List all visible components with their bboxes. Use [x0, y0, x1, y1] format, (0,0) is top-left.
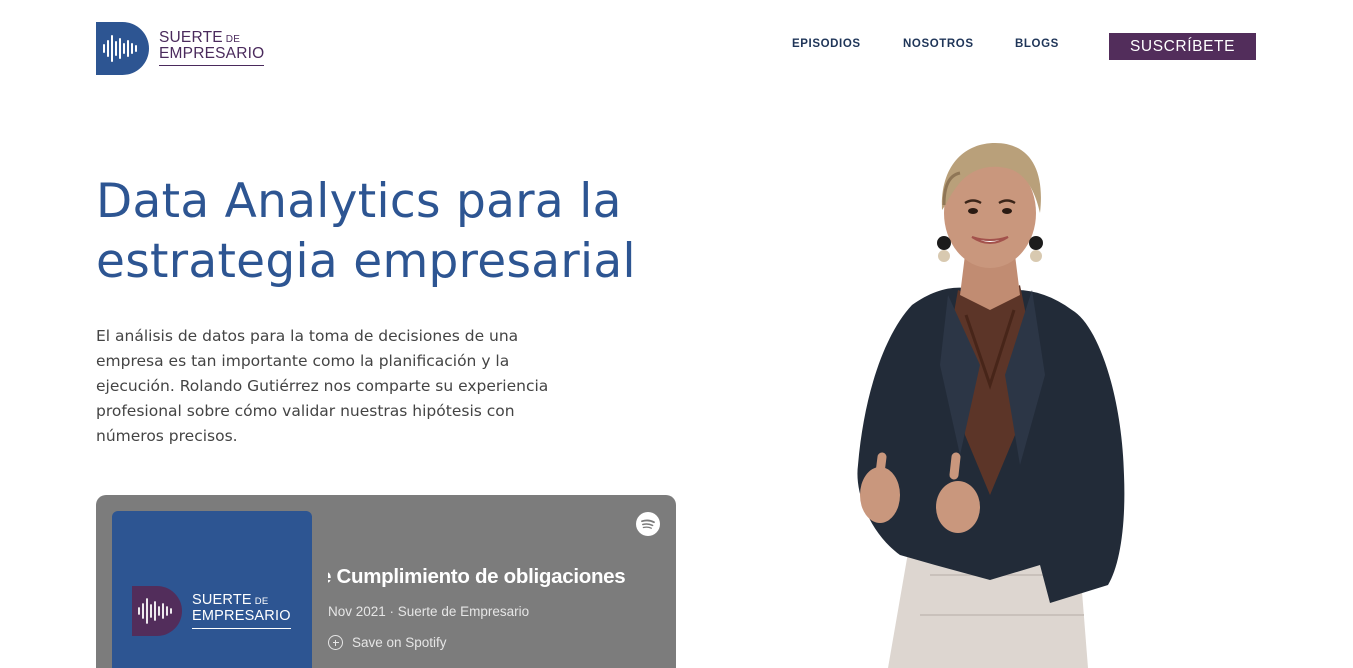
hero-description: El análisis de datos para la toma de dec…	[96, 327, 549, 445]
nav-blogs[interactable]: BLOGS	[1015, 38, 1059, 50]
cover-logo: SUERTE DE EMPRESARIO	[132, 586, 291, 636]
cover-line2: EMPRESARIO	[192, 608, 291, 629]
episode-title[interactable]: e Cumplimiento de obligaciones	[328, 565, 658, 589]
site-logo[interactable]: SUERTE DE EMPRESARIO	[96, 20, 266, 76]
save-on-spotify-button[interactable]: Save on Spotify	[328, 635, 447, 650]
page-title: Data Analytics para la estrategia empres…	[96, 174, 636, 289]
logo-wordmark: SUERTE DE EMPRESARIO	[159, 28, 265, 67]
plus-circle-icon	[328, 635, 343, 650]
cover-wordmark: SUERTE DE EMPRESARIO	[192, 592, 291, 629]
episode-meta: Nov 2021 · Suerte de Empresario	[328, 604, 530, 619]
logo-de: DE	[225, 33, 241, 45]
soundwave-logo-icon	[96, 21, 149, 75]
spotify-icon[interactable]	[636, 512, 660, 536]
spotify-player[interactable]: SUERTE DE EMPRESARIO e Cumplimiento de ob…	[96, 495, 676, 668]
cover-de: DE	[254, 596, 269, 608]
soundwave-logo-icon	[132, 586, 182, 636]
episode-title-text: e Cumplimiento de obligaciones	[328, 565, 626, 588]
host-photo	[840, 135, 1140, 668]
save-label: Save on Spotify	[352, 635, 447, 650]
logo-line2: EMPRESARIO	[159, 45, 265, 67]
nav-nosotros[interactable]: NOSOTROS	[903, 38, 974, 50]
podcast-cover[interactable]: SUERTE DE EMPRESARIO	[112, 511, 312, 668]
subscribe-button[interactable]: SUSCRÍBETE	[1109, 33, 1256, 60]
nav-episodios[interactable]: EPISODIOS	[792, 38, 861, 50]
logo-line1: SUERTE	[159, 28, 223, 46]
cover-line1: SUERTE	[192, 592, 252, 609]
